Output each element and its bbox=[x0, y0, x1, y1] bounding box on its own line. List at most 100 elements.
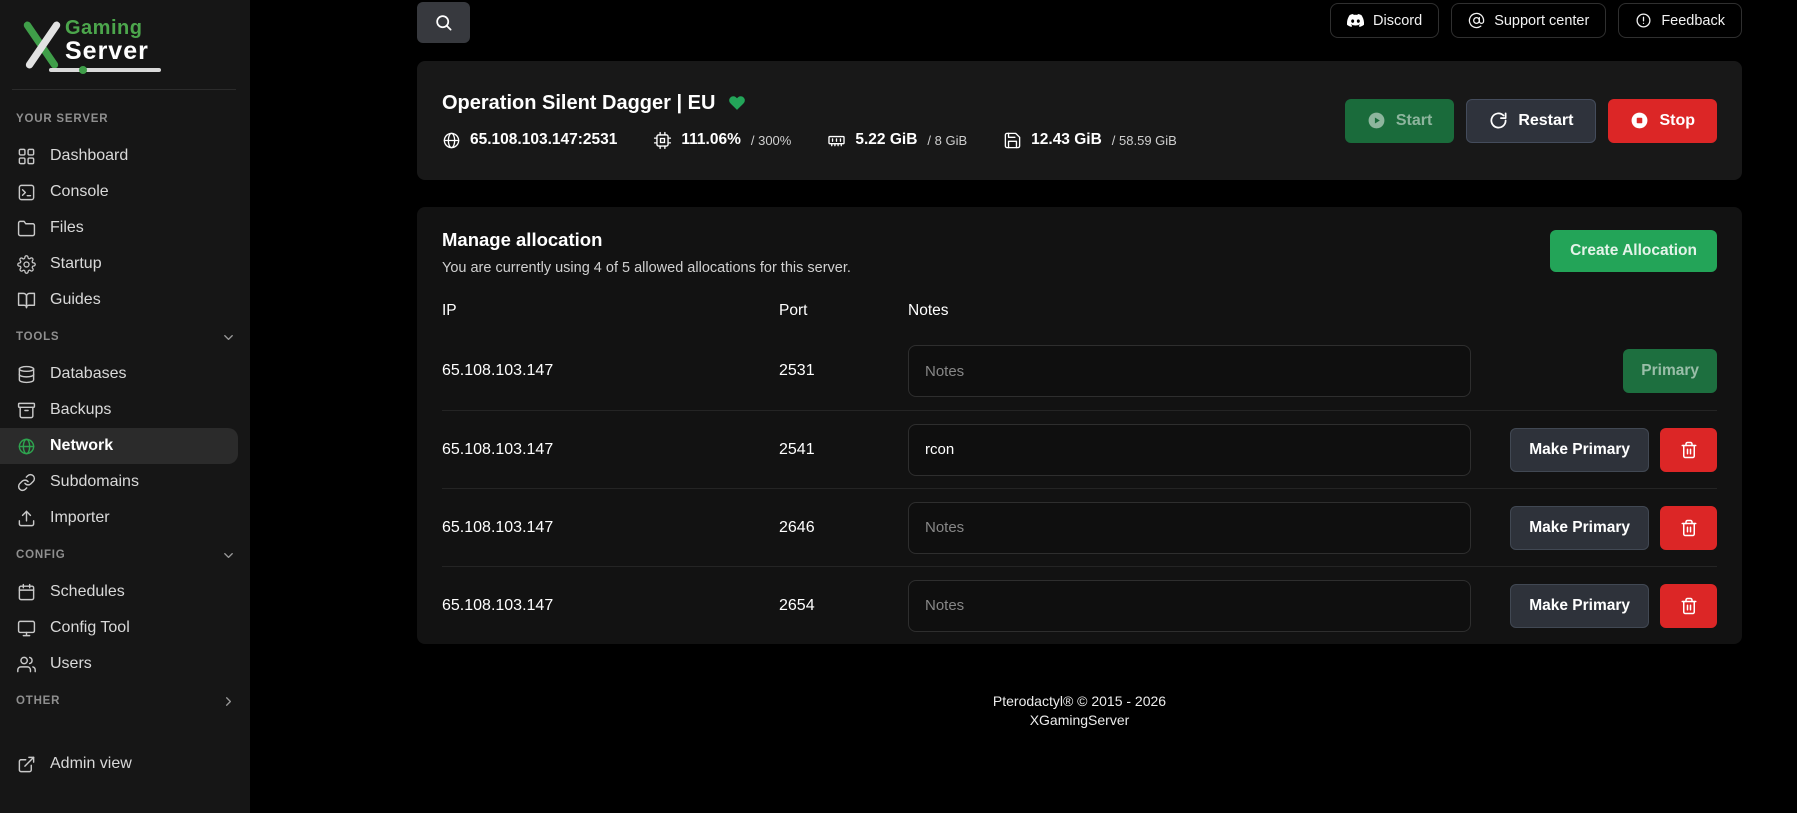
allocation-row: 65.108.103.147 2541 Make Primary bbox=[442, 410, 1717, 488]
sidebar-item-label: Backups bbox=[50, 401, 112, 418]
sidebar-item-schedules[interactable]: Schedules bbox=[0, 574, 250, 610]
server-memory-stat: 5.22 GiB / 8 GiB bbox=[827, 131, 967, 150]
restart-icon bbox=[1490, 112, 1507, 129]
footer-brand: XGamingServer bbox=[1029, 711, 1130, 728]
allocation-row: 65.108.103.147 2654 Make Primary bbox=[442, 566, 1717, 644]
trash-icon bbox=[1681, 597, 1696, 614]
allocation-port: 2646 bbox=[779, 518, 815, 536]
server-header-card: Operation Silent Dagger | EU 65.108.103.… bbox=[417, 61, 1742, 180]
sidebar-item-backups[interactable]: Backups bbox=[0, 392, 250, 428]
primary-badge-button[interactable]: Primary bbox=[1623, 349, 1717, 393]
brand-underline bbox=[49, 65, 161, 74]
make-primary-button[interactable]: Make Primary bbox=[1510, 505, 1649, 550]
allocation-port: 2654 bbox=[779, 596, 815, 614]
play-circle-icon bbox=[1368, 112, 1385, 129]
footer-copyright: Pterodactyl® © 2015 - 2026 bbox=[992, 693, 1167, 709]
external-link-icon bbox=[16, 754, 36, 774]
sidebar-item-dashboard[interactable]: Dashboard bbox=[0, 138, 250, 174]
notes-input[interactable] bbox=[908, 345, 1471, 397]
make-primary-button[interactable]: Make Primary bbox=[1510, 427, 1649, 472]
console-icon bbox=[16, 182, 36, 202]
sidebar-item-label: Importer bbox=[50, 509, 110, 526]
delete-allocation-button[interactable] bbox=[1660, 505, 1717, 550]
sidebar-item-guides[interactable]: Guides bbox=[0, 282, 250, 318]
sidebar-item-label: Dashboard bbox=[50, 147, 129, 164]
sidebar-item-label: Startup bbox=[50, 255, 102, 272]
restart-label: Restart bbox=[1518, 111, 1574, 129]
delete-allocation-button[interactable] bbox=[1660, 427, 1717, 472]
app-root: Gaming Server YOUR SERVER Dashboard Cons… bbox=[0, 0, 1797, 813]
sidebar-item-label: Admin view bbox=[50, 755, 132, 772]
sidebar-item-admin-view[interactable]: Admin view bbox=[0, 746, 250, 782]
make-primary-button[interactable]: Make Primary bbox=[1510, 583, 1649, 628]
sidebar-item-importer[interactable]: Importer bbox=[0, 500, 250, 536]
restart-button[interactable]: Restart bbox=[1466, 98, 1597, 143]
sidebar-item-label: Console bbox=[50, 183, 109, 200]
sidebar-item-subdomains[interactable]: Subdomains bbox=[0, 464, 250, 500]
support-center-button[interactable]: Support center bbox=[1451, 3, 1607, 38]
allocation-ip: 65.108.103.147 bbox=[442, 362, 554, 379]
server-address: 65.108.103.147:2531 bbox=[470, 131, 618, 148]
header-ip: IP bbox=[442, 302, 457, 319]
sidebar-item-label: Config Tool bbox=[50, 619, 130, 636]
sidebar-item-config-tool[interactable]: Config Tool bbox=[0, 610, 250, 646]
feedback-button[interactable]: Feedback bbox=[1618, 3, 1742, 38]
memory-usage: 5.22 GiB bbox=[855, 131, 918, 148]
create-allocation-button[interactable]: Create Allocation bbox=[1550, 230, 1717, 272]
server-cpu-stat: 111.06% / 300% bbox=[653, 131, 791, 150]
link-icon bbox=[16, 472, 36, 492]
allocation-title: Manage allocation bbox=[442, 229, 603, 250]
allocation-ip: 65.108.103.147 bbox=[442, 440, 554, 458]
stop-button[interactable]: Stop bbox=[1608, 98, 1717, 143]
trash-icon bbox=[1681, 519, 1696, 536]
section-label: CONFIG bbox=[16, 549, 66, 561]
notes-input[interactable] bbox=[908, 579, 1471, 632]
discord-button[interactable]: Discord bbox=[1330, 3, 1440, 38]
trash-icon bbox=[1681, 441, 1696, 458]
allocation-actions: Make Primary bbox=[1510, 505, 1717, 550]
sidebar-item-console[interactable]: Console bbox=[0, 174, 250, 210]
section-config[interactable]: CONFIG bbox=[0, 536, 250, 574]
disk-usage: 12.43 GiB bbox=[1031, 131, 1102, 148]
cpu-icon bbox=[654, 131, 672, 149]
folder-icon bbox=[16, 218, 36, 238]
brand-logo[interactable]: Gaming Server bbox=[0, 0, 250, 89]
book-icon bbox=[16, 290, 36, 310]
brand-server: Server bbox=[65, 36, 149, 65]
sidebar-item-users[interactable]: Users bbox=[0, 646, 250, 682]
topbar: Discord Support center Feedback bbox=[417, 0, 1742, 43]
notes-input[interactable] bbox=[908, 501, 1471, 554]
server-stats: 65.108.103.147:2531 111.06% / 300% 5.22 … bbox=[442, 131, 1177, 150]
at-sign-icon bbox=[1469, 12, 1485, 29]
start-button[interactable]: Start bbox=[1344, 98, 1455, 143]
table-header-row: IP Port Notes bbox=[442, 290, 1717, 332]
chevron-down-icon bbox=[224, 334, 233, 340]
archive-icon bbox=[16, 400, 36, 420]
dashboard-icon bbox=[16, 146, 36, 166]
sidebar-item-files[interactable]: Files bbox=[0, 210, 250, 246]
allocation-table: IP Port Notes 65.108.103.147 2531 Primar… bbox=[442, 290, 1717, 644]
section-tools[interactable]: TOOLS bbox=[0, 318, 250, 356]
allocation-card: Manage allocation You are currently usin… bbox=[417, 207, 1742, 644]
support-center-label: Support center bbox=[1494, 12, 1590, 29]
search-button[interactable] bbox=[417, 2, 470, 43]
notes-input[interactable] bbox=[908, 423, 1471, 476]
database-icon bbox=[16, 364, 36, 384]
sidebar-item-label: Users bbox=[50, 655, 92, 672]
sidebar-item-startup[interactable]: Startup bbox=[0, 246, 250, 282]
cpu-usage: 111.06% bbox=[681, 131, 741, 148]
footer: Pterodactyl® © 2015 - 2026 XGamingServer bbox=[417, 692, 1742, 730]
section-label: TOOLS bbox=[16, 331, 60, 343]
chevron-right-icon bbox=[226, 696, 231, 706]
sidebar-item-label: Guides bbox=[50, 291, 101, 308]
allocation-ip: 65.108.103.147 bbox=[442, 596, 554, 614]
delete-allocation-button[interactable] bbox=[1660, 583, 1717, 628]
section-label: OTHER bbox=[16, 695, 61, 707]
memory-limit: / 8 GiB bbox=[927, 132, 968, 148]
sidebar-item-databases[interactable]: Databases bbox=[0, 356, 250, 392]
sidebar-item-network[interactable]: Network bbox=[0, 428, 238, 464]
alert-circle-icon bbox=[1636, 13, 1651, 28]
section-other[interactable]: OTHER bbox=[0, 682, 250, 720]
discord-label: Discord bbox=[1373, 12, 1423, 29]
allocation-actions: Make Primary bbox=[1510, 583, 1717, 628]
